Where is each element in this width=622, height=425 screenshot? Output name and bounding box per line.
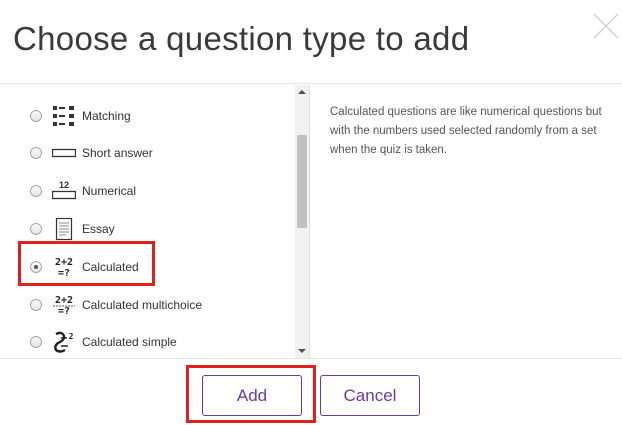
essay-icon (52, 217, 76, 241)
option-short-answer[interactable]: Short answer (0, 134, 295, 171)
option-label: Calculated simple (82, 334, 177, 349)
dialog-footer: Add Cancel (0, 358, 622, 425)
radio-matching[interactable] (30, 109, 42, 122)
close-icon[interactable] (591, 11, 621, 41)
option-calculated-multichoice[interactable]: 2+2 =? Calculated multichoice (0, 286, 295, 323)
dialog-body: Matching Short answer 12 Numerical Essay… (0, 85, 622, 358)
radio-calculated[interactable] (30, 260, 42, 273)
option-label: Numerical (82, 183, 137, 198)
calculated-icon-text-bottom: =? (58, 268, 70, 279)
scrollbar-thumb[interactable] (297, 135, 307, 228)
calculated-multichoice-icon-text-bottom: =? (58, 306, 70, 317)
scroll-up-arrow-icon[interactable] (295, 85, 309, 99)
question-type-description: Calculated questions are like numerical … (330, 106, 602, 156)
radio-calculated-multichoice[interactable] (30, 298, 42, 311)
radio-numerical[interactable] (30, 184, 42, 197)
scroll-down-arrow-icon[interactable] (295, 344, 309, 358)
short-answer-icon (51, 141, 77, 165)
option-label: Essay (82, 221, 115, 236)
option-calculated[interactable]: 2+2 =? Calculated (0, 248, 295, 285)
question-type-dialog: Choose a question type to add Matching S… (0, 0, 622, 425)
matching-icon (52, 104, 76, 128)
cancel-button[interactable]: Cancel (320, 375, 420, 416)
calculated-multichoice-icon: 2+2 =? (52, 293, 76, 317)
question-type-list: Matching Short answer 12 Numerical Essay… (0, 85, 310, 358)
add-button[interactable]: Add (202, 375, 302, 416)
radio-short-answer[interactable] (30, 146, 42, 159)
option-essay[interactable]: Essay (0, 210, 295, 247)
list-scrollbar[interactable] (295, 85, 309, 358)
numerical-icon-text: 12 (59, 180, 69, 190)
option-label: Matching (82, 108, 131, 123)
option-matching[interactable]: Matching (0, 97, 295, 134)
dialog-header: Choose a question type to add (0, 0, 622, 84)
option-label: Calculated multichoice (82, 297, 203, 312)
dialog-title: Choose a question type to add (13, 20, 470, 57)
calculated-multichoice-icon-text-top: 2+2 (55, 295, 73, 306)
option-numerical[interactable]: 12 Numerical (0, 172, 295, 209)
option-label: Short answer (82, 145, 153, 160)
numerical-icon: 12 (51, 179, 77, 203)
radio-calculated-simple[interactable] (30, 335, 42, 348)
calculated-icon: 2+2 =? (52, 255, 76, 279)
calculated-icon-text-top: 2+2 (55, 257, 73, 268)
calculated-simple-icon-text: 2 (69, 332, 74, 341)
option-calculated-simple[interactable]: 2 Calculated simple (0, 323, 295, 358)
radio-essay[interactable] (30, 222, 42, 235)
option-label: Calculated (82, 259, 139, 274)
calculated-simple-icon: 2 (52, 330, 76, 354)
